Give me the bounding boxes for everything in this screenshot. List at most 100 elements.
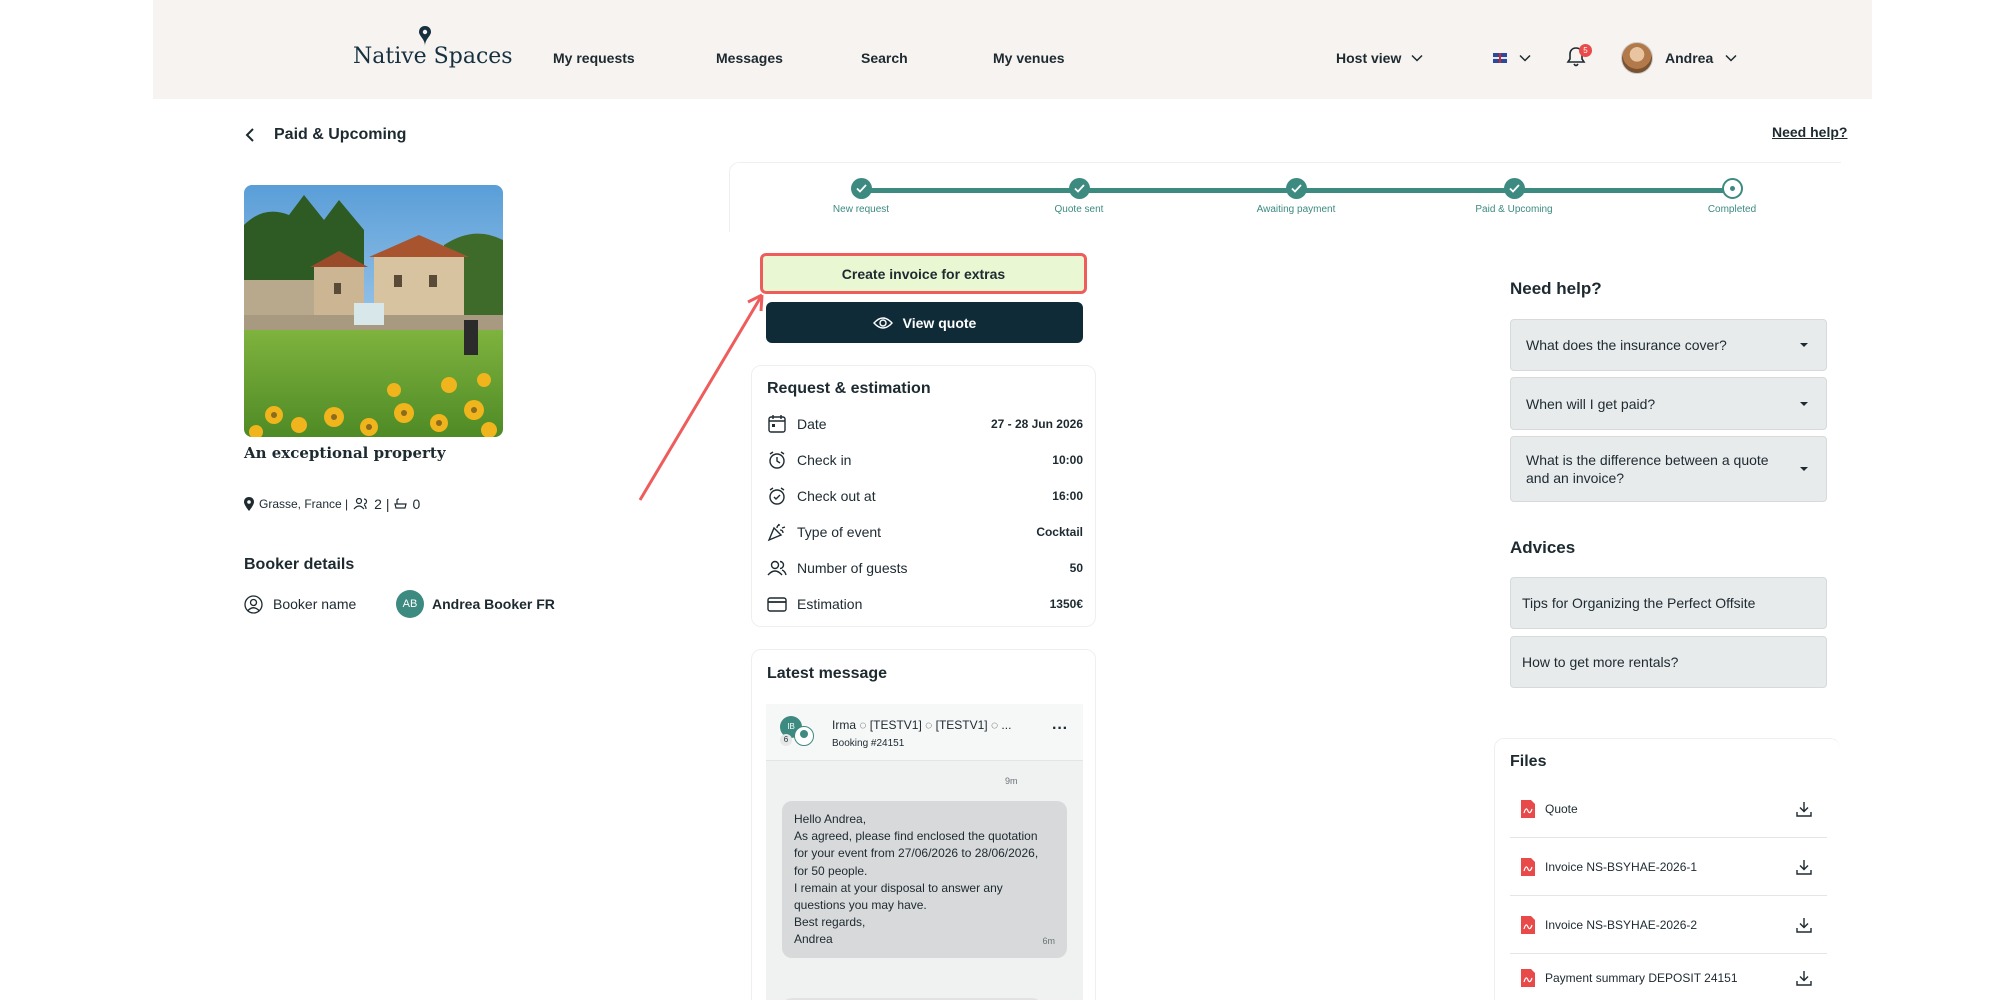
view-quote-button[interactable]: View quote [766,302,1083,343]
download-icon[interactable] [1796,801,1812,817]
notifications-button[interactable]: 5 [1566,44,1592,68]
file-row[interactable]: Invoice NS-BSYHAE-2026-1 [1510,839,1827,896]
advice-offsite-tips[interactable]: Tips for Organizing the Perfect Offsite [1510,577,1827,629]
request-value: 10:00 [1052,453,1083,467]
language-selector[interactable] [1493,52,1531,64]
create-invoice-button[interactable]: Create invoice for extras [760,253,1087,294]
page-title: Paid & Upcoming [274,126,407,143]
step-label: Completed [1707,204,1757,215]
step-completed: Completed [1662,178,1802,215]
message-line: Andrea [794,932,833,947]
request-label: Date [797,416,827,432]
back-button[interactable]: Paid & Upcoming [244,126,406,144]
user-menu[interactable]: Andrea [1621,42,1737,74]
pdf-icon [1521,916,1535,934]
request-row-guests: Number of guests 50 [767,556,1083,580]
advice-more-rentals[interactable]: How to get more rentals? [1510,636,1827,688]
help-title: Need help? [1510,279,1602,298]
faq-question: When will I get paid? [1526,395,1656,412]
logo[interactable]: Native Spaces [353,26,513,76]
pending-dot-icon [1721,178,1743,199]
file-row[interactable]: Quote [1510,781,1827,838]
user-circle-icon [244,594,263,614]
message-line: Hello Andrea, [794,812,867,826]
pdf-icon [1521,968,1535,987]
step-label: Awaiting payment [1256,204,1336,215]
chevron-down-icon [1725,54,1737,62]
booker-name-label: Booker name [273,596,357,612]
participants: Irma ◌ [TESTV1] ◌ [TESTV1] ◌ ... [832,718,1012,732]
booker-avatar: AB [396,590,424,618]
nav-messages[interactable]: Messages [716,50,783,66]
booker-name: Andrea Booker FR [432,596,555,612]
file-row[interactable]: Payment summary DEPOSIT 24151 [1510,955,1827,1000]
users-icon [767,560,787,576]
booker-row: Booker name AB Andrea Booker FR [244,590,574,618]
faq-quote-vs-invoice[interactable]: What is the difference between a quote a… [1510,436,1827,502]
user-name: Andrea [1665,50,1714,66]
bath-icon [394,498,408,509]
pdf-icon [1521,858,1535,876]
request-value: Cocktail [1036,525,1083,539]
venue-location: Grasse, France | [259,497,349,511]
request-title: Request & estimation [767,380,931,397]
file-name: Quote [1545,802,1578,816]
venue-name: An exceptional property [244,444,446,462]
download-icon[interactable] [1796,859,1812,875]
nav-search[interactable]: Search [861,50,908,66]
venue-photo [244,185,503,437]
venue-rooms: 2 | [374,496,390,512]
guests-icon [353,498,368,510]
chevron-down-icon [1411,54,1423,62]
message-header: IB 6 Irma ◌ [TESTV1] ◌ [TESTV1] ◌ ... Bo… [766,704,1083,761]
request-value: 27 - 28 Jun 2026 [990,417,1083,431]
chevron-left-icon [245,128,254,142]
step-label: New request [832,204,890,215]
download-icon[interactable] [1796,970,1812,986]
step-new-request: New request [791,178,931,215]
message-thread[interactable]: IB 6 Irma ◌ [TESTV1] ◌ [TESTV1] ◌ ... Bo… [766,704,1083,1000]
request-value: 1350€ [1049,597,1083,611]
page: Native Spaces My requests Messages Searc… [0,0,2000,1000]
need-help-link[interactable]: Need help? [1772,124,1847,140]
logo-pin-icon [419,26,431,46]
nav-my-requests[interactable]: My requests [553,50,635,66]
request-value: 50 [1069,561,1083,575]
venue-meta: Grasse, France | 2 | 0 [244,496,420,512]
request-value: 16:00 [1052,489,1083,503]
more-options-icon[interactable]: ··· [1052,720,1068,738]
message-line: for your event from 27/06/2026 to 28/06/… [794,846,1039,861]
nav-my-venues[interactable]: My venues [993,50,1065,66]
clock-icon [769,451,785,469]
party-popper-icon [767,523,786,542]
calendar-icon [768,415,786,433]
request-card: Request & estimation Date 27 - 28 Jun 20… [751,365,1096,627]
notification-badge: 5 [1579,44,1592,57]
message-line: I remain at your disposal to answer any [794,880,1003,895]
latest-message-title: Latest message [767,665,888,682]
message-timestamp: 6m [1042,935,1055,946]
advices-title: Advices [1510,538,1576,557]
file-row[interactable]: Invoice NS-BSYHAE-2026-2 [1510,897,1827,954]
pdf-icon [1521,800,1535,818]
caret-down-icon [1800,467,1808,471]
file-name: Invoice NS-BSYHAE-2026-1 [1545,860,1698,874]
check-icon [850,178,872,199]
message-line: for 50 people. [794,863,868,878]
check-icon [1068,178,1090,199]
request-label: Check out at [797,488,876,504]
faq-insurance[interactable]: What does the insurance cover? [1510,319,1827,371]
participant-count: 6 [780,734,792,746]
host-view-dropdown[interactable]: Host view [1336,50,1423,66]
avatar [1621,42,1653,74]
request-row-estimation: Estimation 1350€ [767,592,1083,616]
faq-payment[interactable]: When will I get paid? [1510,377,1827,430]
check-icon [1285,178,1307,199]
user-avatar-icon [794,726,814,746]
top-header: Native Spaces My requests Messages Searc… [153,0,1872,99]
chevron-down-icon [1519,54,1531,62]
download-icon[interactable] [1796,917,1812,933]
caret-down-icon [1800,343,1808,347]
credit-card-icon [767,597,787,612]
request-label: Type of event [797,524,882,540]
